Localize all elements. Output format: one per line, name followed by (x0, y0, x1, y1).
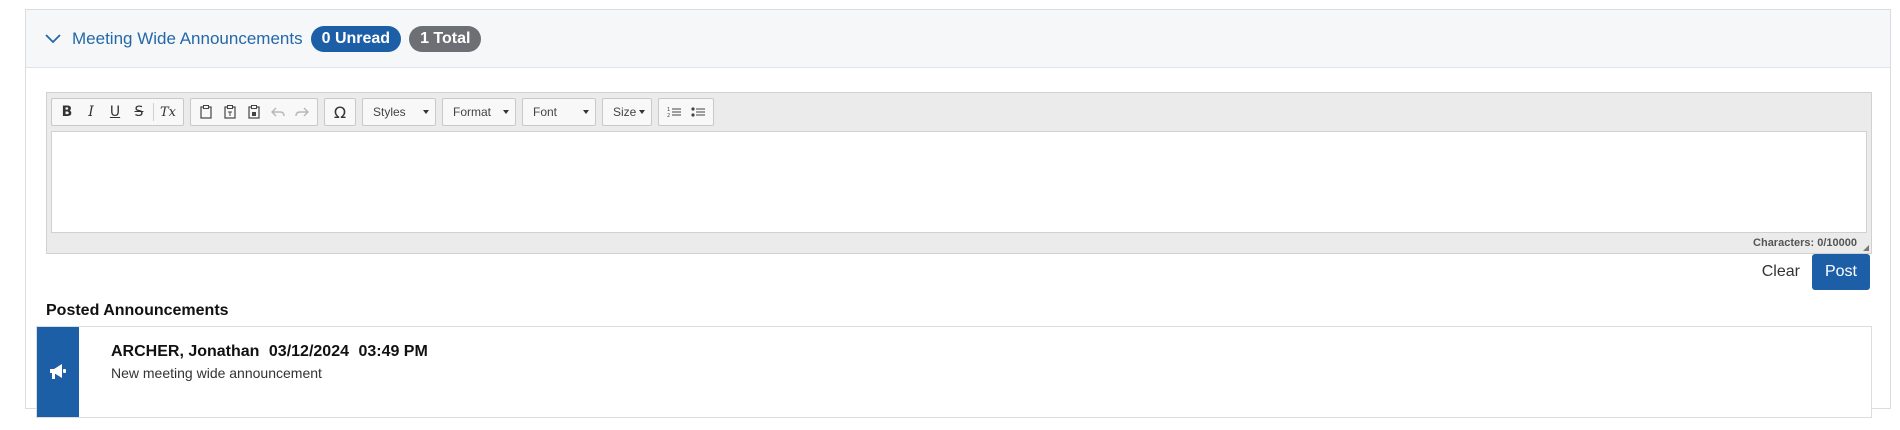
size-dropdown[interactable]: Size (602, 98, 652, 126)
font-dropdown[interactable]: Font (522, 98, 596, 126)
caret-down-icon (503, 110, 509, 114)
character-counter: Characters: 0/10000 (1753, 237, 1857, 249)
unread-badge: 0 Unread (310, 25, 402, 52)
undo-icon[interactable] (266, 101, 290, 123)
rich-text-editor: B I U S Tx Ω Styles Format Font Size 1 2… (46, 92, 1872, 254)
basic-styles-group: B I U S Tx (51, 98, 184, 126)
clear-button[interactable]: Clear (1750, 255, 1812, 289)
editor-toolbar: B I U S Tx Ω Styles Format Font Size 1 2 (51, 97, 720, 127)
announcement-time: 03:49 PM (358, 343, 428, 360)
megaphone-icon (37, 327, 79, 417)
svg-text:2: 2 (667, 113, 670, 118)
font-label: Font (533, 105, 558, 119)
italic-button[interactable]: I (79, 101, 103, 123)
list-group: 12 (658, 98, 714, 126)
size-label: Size (613, 105, 637, 119)
total-badge: 1 Total (409, 25, 482, 52)
post-button[interactable]: Post (1811, 254, 1870, 290)
panel-title[interactable]: Meeting Wide Announcements (72, 29, 303, 49)
caret-down-icon (639, 110, 645, 114)
posted-announcements-heading: Posted Announcements (46, 302, 229, 319)
editor-content-area[interactable] (51, 131, 1867, 233)
announcement-text: New meeting wide announcement (111, 365, 322, 381)
toolbar-separator (153, 103, 154, 121)
underline-button[interactable]: U (103, 101, 127, 123)
chevron-down-icon[interactable] (44, 30, 62, 48)
format-dropdown[interactable]: Format (442, 98, 516, 126)
styles-dropdown[interactable]: Styles (362, 98, 436, 126)
caret-down-icon (423, 110, 429, 114)
panel-header[interactable]: Meeting Wide Announcements 0 Unread 1 To… (26, 10, 1890, 68)
caret-down-icon (583, 110, 589, 114)
announcements-panel: Meeting Wide Announcements 0 Unread 1 To… (25, 9, 1891, 418)
announcement-body: ARCHER, Jonathan 03/12/2024 03:49 PM New… (79, 327, 428, 417)
bold-button[interactable]: B (55, 101, 79, 123)
bulleted-list-icon[interactable] (686, 101, 710, 123)
editor-actions: Clear Post (1750, 254, 1870, 290)
styles-label: Styles (373, 105, 406, 119)
clipboard-group (190, 98, 318, 126)
paste-word-icon[interactable] (242, 101, 266, 123)
announcement-date: 03/12/2024 (268, 343, 349, 360)
special-character-button[interactable]: Ω (328, 101, 352, 123)
insert-group: Ω (324, 98, 356, 126)
announcement-meta: ARCHER, Jonathan 03/12/2024 03:49 PM (111, 343, 428, 361)
paste-icon[interactable] (194, 101, 218, 123)
resize-handle[interactable] (1863, 245, 1869, 251)
strikethrough-button[interactable]: S (127, 101, 151, 123)
numbered-list-icon[interactable]: 12 (662, 101, 686, 123)
announcement-author: ARCHER, Jonathan (111, 343, 260, 360)
announcement-item: ARCHER, Jonathan 03/12/2024 03:49 PM New… (36, 326, 1872, 418)
redo-icon[interactable] (290, 101, 314, 123)
format-label: Format (453, 105, 492, 119)
remove-format-button[interactable]: Tx (156, 101, 180, 123)
paste-text-icon[interactable] (218, 101, 242, 123)
